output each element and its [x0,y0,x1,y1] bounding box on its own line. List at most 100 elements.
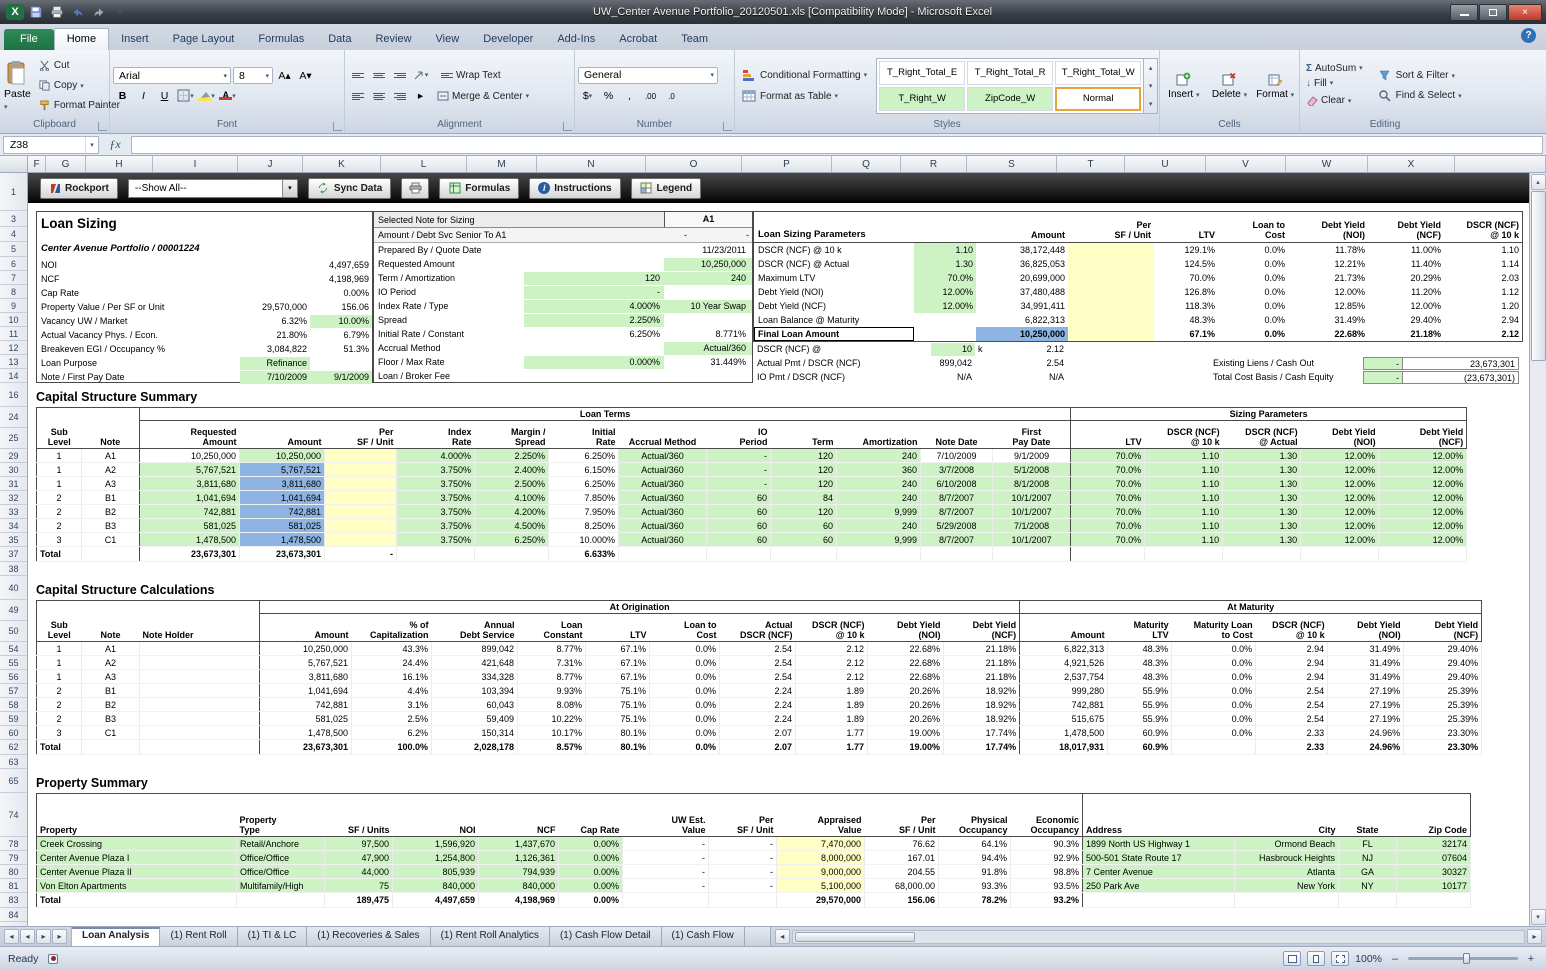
delete-cells-button[interactable]: Delete ▾ [1209,71,1251,100]
sheet-tab[interactable]: (1) Rent Roll [160,927,238,946]
cell[interactable]: 2.94 [1255,669,1329,684]
cell[interactable]: 5,767,521 [239,462,325,477]
ribbon-tab[interactable]: Formulas [246,29,316,50]
cell[interactable] [1068,285,1154,299]
row-header[interactable]: 33 [0,505,27,519]
cell[interactable]: 11.20% [1368,285,1444,299]
column-header[interactable]: V [1206,156,1286,172]
cell[interactable]: 0.0% [1171,641,1257,656]
cell[interactable]: A1 [81,448,140,463]
cell[interactable]: 0.00% [558,836,623,851]
cell[interactable]: 3,811,680 [239,476,325,491]
cell[interactable]: - [524,285,664,299]
cell[interactable]: Actual/360 [618,532,707,547]
cell[interactable]: 55.9% [1107,697,1173,712]
cell[interactable]: 7/10/2009 [920,448,993,463]
total-cell[interactable] [1338,892,1397,908]
row-header[interactable]: 58 [0,698,27,712]
cell[interactable]: 29.40% [1403,669,1483,684]
cell[interactable]: 1.20 [1444,299,1522,313]
first-sheet-icon[interactable]: ◂ [4,929,19,944]
scroll-left-icon[interactable]: ◂ [774,929,790,944]
cell[interactable]: Center Avenue Plaza II [36,864,237,879]
cell[interactable]: 2.24 [719,711,797,726]
row-header[interactable]: 80 [0,865,27,879]
cell[interactable]: 1899 North US Highway 1 [1082,836,1235,851]
cell[interactable]: 1 [36,462,82,477]
total-cell[interactable]: 100.0% [351,739,433,755]
formula-input[interactable] [131,135,1543,154]
cell[interactable]: 999,280 [1019,683,1109,698]
fill-color-button[interactable]: ▾ [197,87,216,104]
total-cell[interactable] [992,546,1072,562]
row-header[interactable]: 34 [0,519,27,533]
cell[interactable]: 6.250% [548,448,619,463]
cell[interactable]: 1.30 [1222,490,1302,505]
cell[interactable] [139,683,261,698]
align-left-button[interactable] [348,88,367,105]
cell[interactable]: 29,570,000 [240,301,310,314]
cell[interactable]: 20,699,000 [976,271,1068,285]
cell[interactable]: 1 [36,641,82,656]
cell[interactable]: 38,172,448 [976,243,1068,257]
cell[interactable]: 0.000% [524,355,664,369]
cell[interactable]: 2 [36,697,82,712]
cell[interactable]: 4.4% [351,683,433,698]
cell[interactable]: 2 [36,490,82,505]
cell[interactable]: 2.250% [524,313,664,327]
total-cell[interactable]: 0.0% [649,739,721,755]
total-cell[interactable]: 29,570,000 [776,892,865,908]
cell[interactable]: 70.0% [1070,462,1146,477]
cell[interactable]: 1,041,694 [259,683,353,698]
column-header[interactable]: G [46,156,86,172]
cell[interactable]: 840,000 [478,878,559,893]
cell[interactable]: 1,041,694 [239,490,325,505]
row-header[interactable]: 55 [0,656,27,670]
cell[interactable]: 4.500% [474,518,549,533]
cell[interactable]: 0.0% [1171,697,1257,712]
cell[interactable]: 0.00% [558,850,623,865]
total-cell[interactable]: 23.30% [1403,739,1483,755]
cell[interactable]: 6.2% [351,725,433,740]
align-right-button[interactable] [390,88,409,105]
row-header[interactable]: 62 [0,740,27,755]
cell[interactable]: Retail/Anchore [236,836,325,851]
cell[interactable]: 19.00% [867,725,945,740]
row-header[interactable]: 25 [0,428,27,449]
cell[interactable]: 1.30 [1222,504,1302,519]
ribbon-tab[interactable]: Home [53,28,110,50]
cell[interactable]: 8.250% [548,518,619,533]
print-icon[interactable] [48,4,66,20]
cell[interactable]: 12.00% [1300,518,1380,533]
cell[interactable]: 0.0% [649,697,721,712]
cell[interactable]: 12.00% [1378,532,1468,547]
align-top-button[interactable] [348,67,367,84]
cell[interactable]: 29.40% [1403,641,1483,656]
cell[interactable] [1068,313,1154,327]
name-box[interactable]: Z38 ▾ [3,135,99,154]
previous-sheet-icon[interactable]: ◂ [20,929,35,944]
cell[interactable]: - [708,850,777,865]
cell[interactable] [139,711,261,726]
underline-button[interactable]: U [155,87,174,104]
row-header[interactable]: 7 [0,271,27,285]
cell[interactable]: 805,939 [392,864,479,879]
cell[interactable]: 1.30 [1222,448,1302,463]
cell[interactable]: Office/Office [236,864,325,879]
cell[interactable]: 899,042 [913,357,975,370]
increase-decimal-button[interactable]: .00 [641,88,660,105]
total-cell[interactable]: 189,475 [324,892,393,908]
cell[interactable]: 6.250% [548,476,619,491]
cell[interactable]: 126.8% [1154,285,1218,299]
cell[interactable]: 3.750% [396,504,475,519]
cell[interactable]: 27.19% [1327,711,1405,726]
total-cell[interactable] [1396,892,1471,908]
cell[interactable]: 2 [36,683,82,698]
cell[interactable]: 500-501 State Route 17 [1082,850,1235,865]
column-header[interactable]: J [238,156,303,172]
sheet-tab[interactable]: (1) Recoveries & Sales [307,927,431,946]
column-header[interactable]: X [1368,156,1455,172]
cell[interactable]: 12.00% [1378,448,1468,463]
cell[interactable]: 120 [770,448,837,463]
row-header[interactable]: 83 [0,893,27,908]
